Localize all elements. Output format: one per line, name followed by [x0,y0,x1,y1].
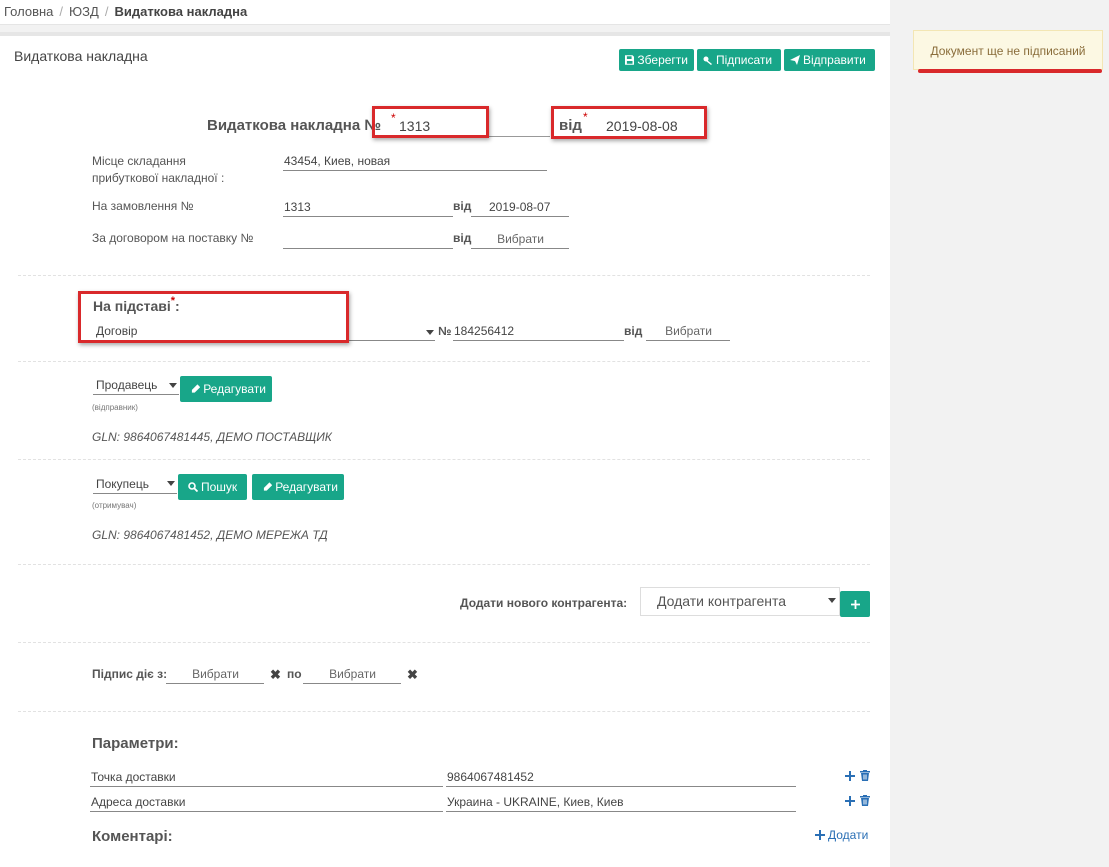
contract-number-input[interactable] [283,231,453,249]
clear-from-icon[interactable]: ✖ [270,667,281,683]
signature-from-input[interactable]: Вибрати [166,666,264,684]
divider [18,564,870,565]
add-contractor-select[interactable]: Додати контрагента [640,587,840,616]
buyer-gln: GLN: 9864067481452, ДЕМО МЕРЕЖА ТД [92,528,328,542]
param-name-input[interactable]: Адреса доставки [90,794,443,812]
add-contractor-button[interactable] [840,591,870,617]
contract-label: За договором на поставку № [92,231,254,245]
highlight-date [551,106,707,139]
paper-plane-icon [790,55,800,65]
basis-number-input[interactable]: 184256412 [453,323,624,341]
place-label: Місце складання прибуткової накладної : [92,154,225,185]
basis-number-label: № [438,324,452,338]
divider [18,642,870,643]
trash-icon[interactable] [860,795,870,806]
basis-date-input[interactable]: Вибрати [646,323,730,341]
signature-to-label: по [287,667,302,681]
comments-title: Коментарі: [92,828,173,845]
trash-icon[interactable] [860,770,870,781]
place-input[interactable]: 43454, Киев, новая [283,153,547,171]
search-icon [188,482,198,492]
divider [18,711,870,712]
save-icon [625,55,635,65]
contract-date-input[interactable]: Вибрати [471,231,569,249]
document-number-label: Видаткова накладна № [207,117,382,134]
panel-title: Видаткова накладна [14,48,148,64]
chevron-down-icon [828,598,836,603]
clear-to-icon[interactable]: ✖ [407,667,418,683]
seller-edit-button[interactable]: Редагувати [180,376,272,402]
order-date-input[interactable]: 2019-08-07 [471,199,569,217]
chevron-down-icon [169,383,177,388]
add-contractor-label: Додати нового контрагента: [460,596,628,610]
buyer-role-select[interactable]: Покупець [93,476,177,494]
highlight-basis [78,291,349,343]
plus-icon [815,830,825,840]
seller-gln: GLN: 9864067481445, ДЕМО ПОСТАВЩИК [92,430,332,444]
chevron-down-icon [167,481,175,486]
buyer-sublabel: (отримувач) [92,501,137,510]
highlight-number [372,106,489,138]
divider [18,459,870,460]
save-button[interactable]: Зберегти [619,49,694,71]
param-value-input[interactable]: Украина - UKRAINE, Киев, Киев [446,794,796,812]
send-button[interactable]: Відправити [784,49,875,71]
buyer-search-button[interactable]: Пошук [178,474,247,500]
pencil-icon [263,482,273,491]
sign-button[interactable]: Підписати [697,49,781,71]
param-name-input[interactable]: Точка доставки [90,769,443,787]
key-icon [703,56,712,65]
seller-role-select[interactable]: Продавець [93,377,179,395]
buyer-edit-button[interactable]: Редагувати [252,474,344,500]
divider [18,361,870,362]
chevron-down-icon [426,330,434,335]
order-date-label: від [453,199,472,213]
breadcrumb-home[interactable]: Головна [4,4,53,19]
params-title: Параметри: [92,735,179,752]
param-value-input[interactable]: 9864067481452 [446,769,796,787]
order-label: На замовлення № [92,199,194,213]
unsigned-notice: Документ ще не підписаний [913,30,1103,70]
plus-icon[interactable] [845,796,855,806]
divider [18,275,870,276]
order-number-input[interactable]: 1313 [283,199,453,217]
signature-label: Підпис діє з: [92,667,168,681]
pencil-icon [191,384,201,393]
breadcrumb: Головна / ЮЗД / Видаткова накладна [0,0,890,25]
add-comment-link[interactable]: Додати [815,828,868,842]
breadcrumb-current: Видаткова накладна [114,4,248,19]
plus-icon [850,599,860,609]
breadcrumb-section[interactable]: ЮЗД [69,4,99,19]
breadcrumb-separator: / [104,4,109,19]
notice-highlight [918,69,1102,73]
basis-date-label: від [624,324,643,338]
plus-icon[interactable] [845,771,855,781]
breadcrumb-separator: / [59,4,64,19]
seller-sublabel: (відправник) [92,403,138,412]
contract-date-label: від [453,231,472,245]
signature-to-input[interactable]: Вибрати [303,666,401,684]
